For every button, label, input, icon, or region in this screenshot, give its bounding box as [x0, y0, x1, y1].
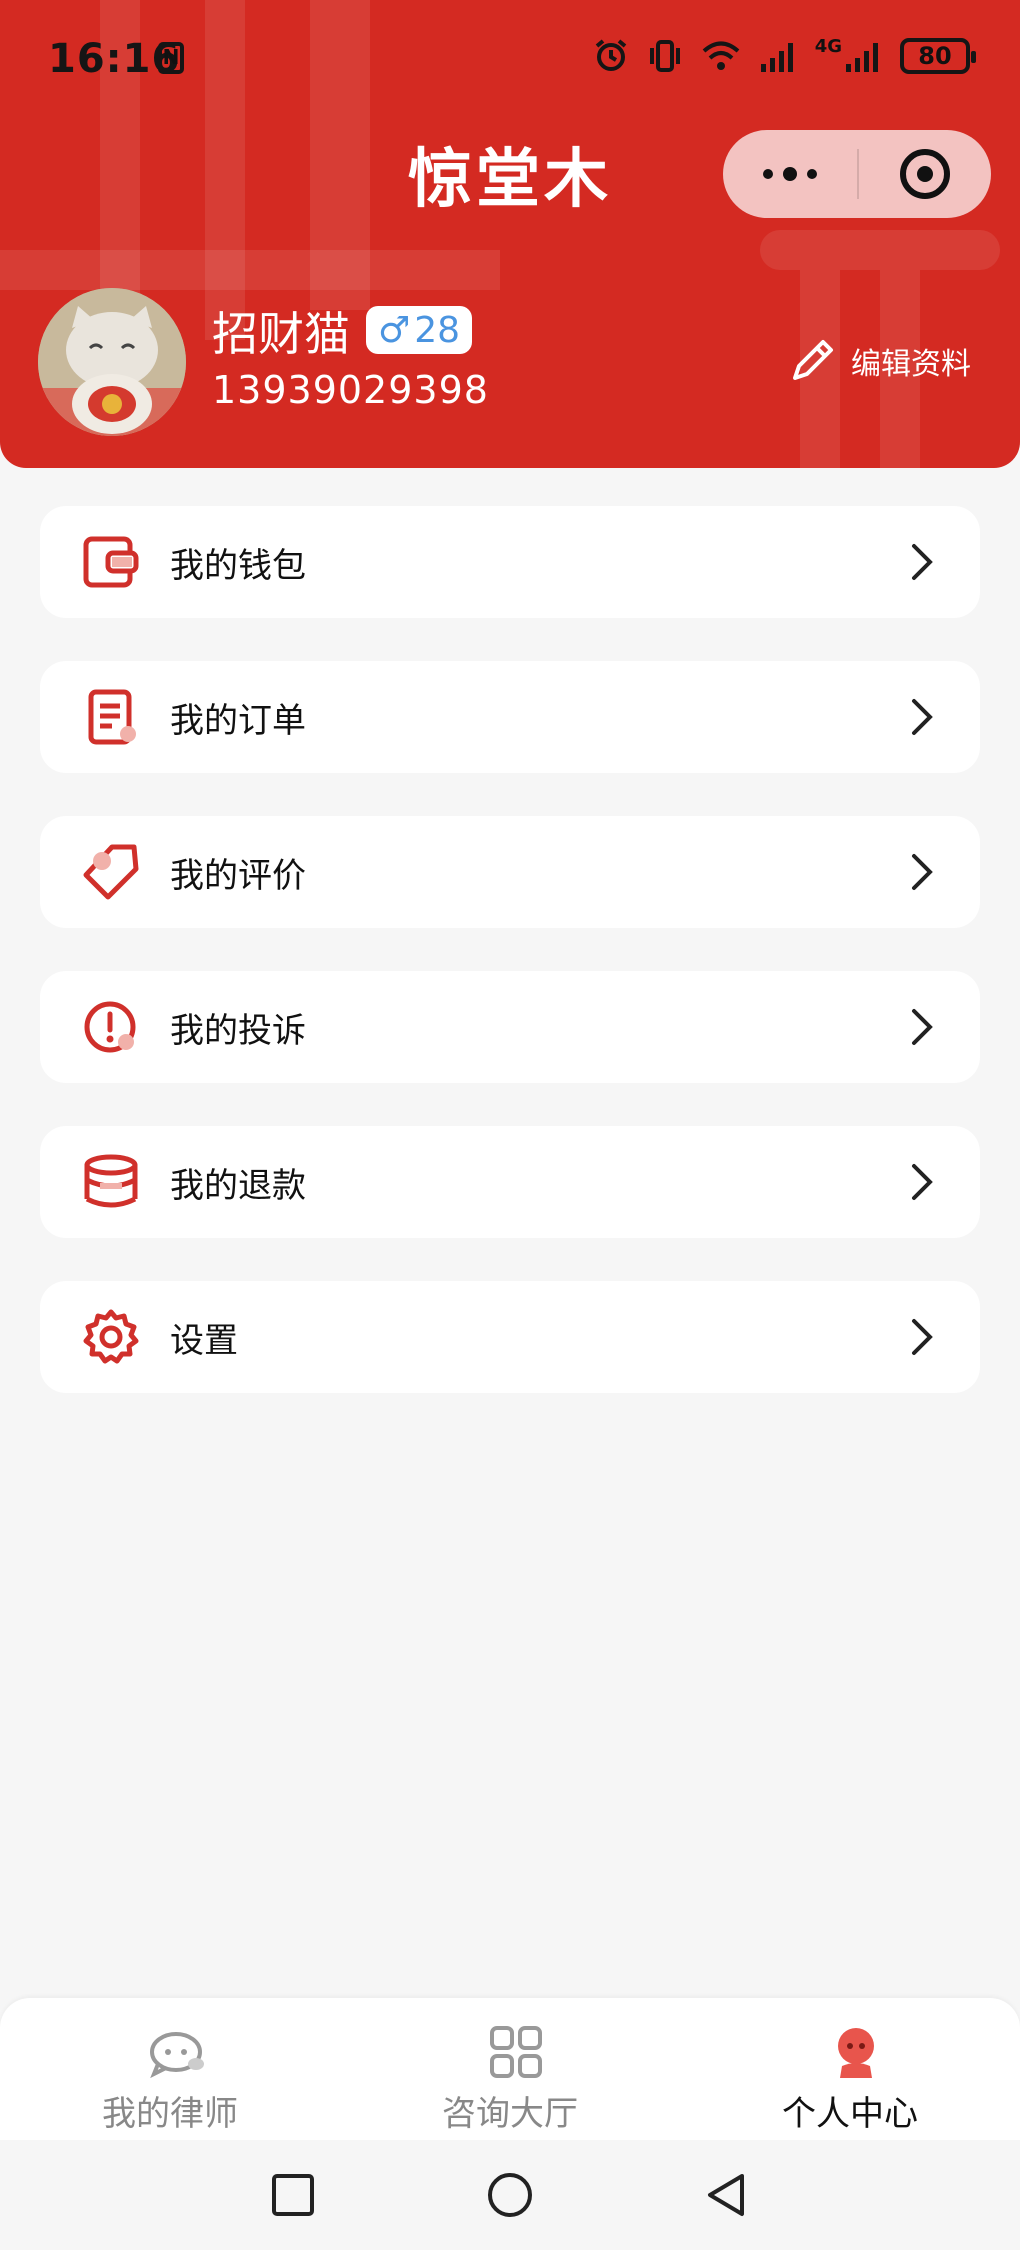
chevron-right-icon	[912, 1164, 933, 1200]
gender-age-badge: ♂ 28	[366, 306, 473, 354]
battery-indicator: 80	[900, 38, 976, 74]
recent-apps-icon[interactable]	[268, 2170, 318, 2220]
profile-header: 16:16 N 4G 80 惊堂木 招财猫 ♂ 28 13939029398 编…	[0, 0, 1020, 468]
wifi-icon	[702, 41, 740, 70]
tab-label: 我的律师	[102, 2094, 238, 2134]
tab-my-lawyer[interactable]: 我的律师	[0, 1998, 340, 2140]
menu-item-label: 我的钱包	[170, 545, 306, 586]
tab-label: 咨询大厅	[442, 2094, 578, 2134]
menu-item-refunds[interactable]: 我的退款	[40, 1126, 980, 1238]
header-decoration	[760, 230, 1000, 270]
nfc-icon: N	[158, 42, 184, 74]
tab-label: 个人中心	[782, 2094, 918, 2134]
signal-icon-2	[846, 43, 878, 72]
tab-personal-center[interactable]: 个人中心	[680, 1998, 1020, 2140]
menu-list: 我的钱包 我的订单 我的评价 我的投诉 我的退款 设置	[40, 506, 980, 1436]
bottom-tab-bar: 我的律师 咨询大厅 个人中心	[0, 1998, 1020, 2140]
avatar[interactable]	[38, 288, 186, 436]
pencil-icon	[793, 340, 833, 380]
signal-icon	[760, 43, 793, 72]
target-icon[interactable]	[859, 130, 991, 218]
menu-item-reviews[interactable]: 我的评价	[40, 816, 980, 928]
network-type: 4G	[814, 35, 842, 57]
chat-bubble-icon	[150, 2032, 204, 2079]
coins-icon	[84, 1154, 138, 1208]
miniprogram-capsule	[723, 130, 991, 218]
menu-item-label: 设置	[170, 1320, 238, 1361]
system-nav-bar	[0, 2140, 1020, 2250]
back-icon[interactable]	[702, 2170, 752, 2220]
tag-icon	[83, 844, 139, 900]
menu-item-label: 我的退款	[170, 1165, 306, 1206]
status-bar: 16:16 N 4G 80	[0, 0, 1020, 120]
edit-profile-label: 编辑资料	[851, 347, 971, 382]
alert-icon	[84, 1001, 136, 1053]
user-phone: 13939029398	[212, 368, 489, 412]
edit-profile-button[interactable]: 编辑资料	[785, 334, 971, 388]
chevron-right-icon	[912, 1009, 933, 1045]
menu-item-complaints[interactable]: 我的投诉	[40, 971, 980, 1083]
more-dots-icon[interactable]	[723, 130, 857, 218]
menu-item-label: 我的订单	[170, 700, 306, 741]
menu-item-wallet[interactable]: 我的钱包	[40, 506, 980, 618]
gear-icon	[83, 1309, 139, 1364]
menu-item-label: 我的评价	[170, 855, 306, 896]
home-icon[interactable]	[485, 2170, 535, 2220]
status-icons: 4G 80	[593, 35, 976, 74]
header-decoration	[0, 250, 500, 290]
male-icon: ♂	[378, 309, 411, 351]
menu-item-label: 我的投诉	[170, 1010, 306, 1051]
order-icon	[88, 689, 136, 745]
user-age: 28	[414, 309, 461, 351]
vibrate-icon	[649, 40, 680, 72]
chevron-right-icon	[912, 1319, 933, 1355]
chevron-right-icon	[912, 699, 933, 735]
grid-icon	[490, 2026, 542, 2078]
alarm-icon	[595, 39, 626, 71]
person-icon	[838, 2028, 874, 2078]
menu-item-orders[interactable]: 我的订单	[40, 661, 980, 773]
tab-consult-hall[interactable]: 咨询大厅	[340, 1998, 680, 2140]
chevron-right-icon	[912, 854, 933, 890]
wallet-icon	[83, 536, 139, 588]
menu-item-settings[interactable]: 设置	[40, 1281, 980, 1393]
user-name: 招财猫	[212, 307, 350, 361]
chevron-right-icon	[912, 544, 933, 580]
